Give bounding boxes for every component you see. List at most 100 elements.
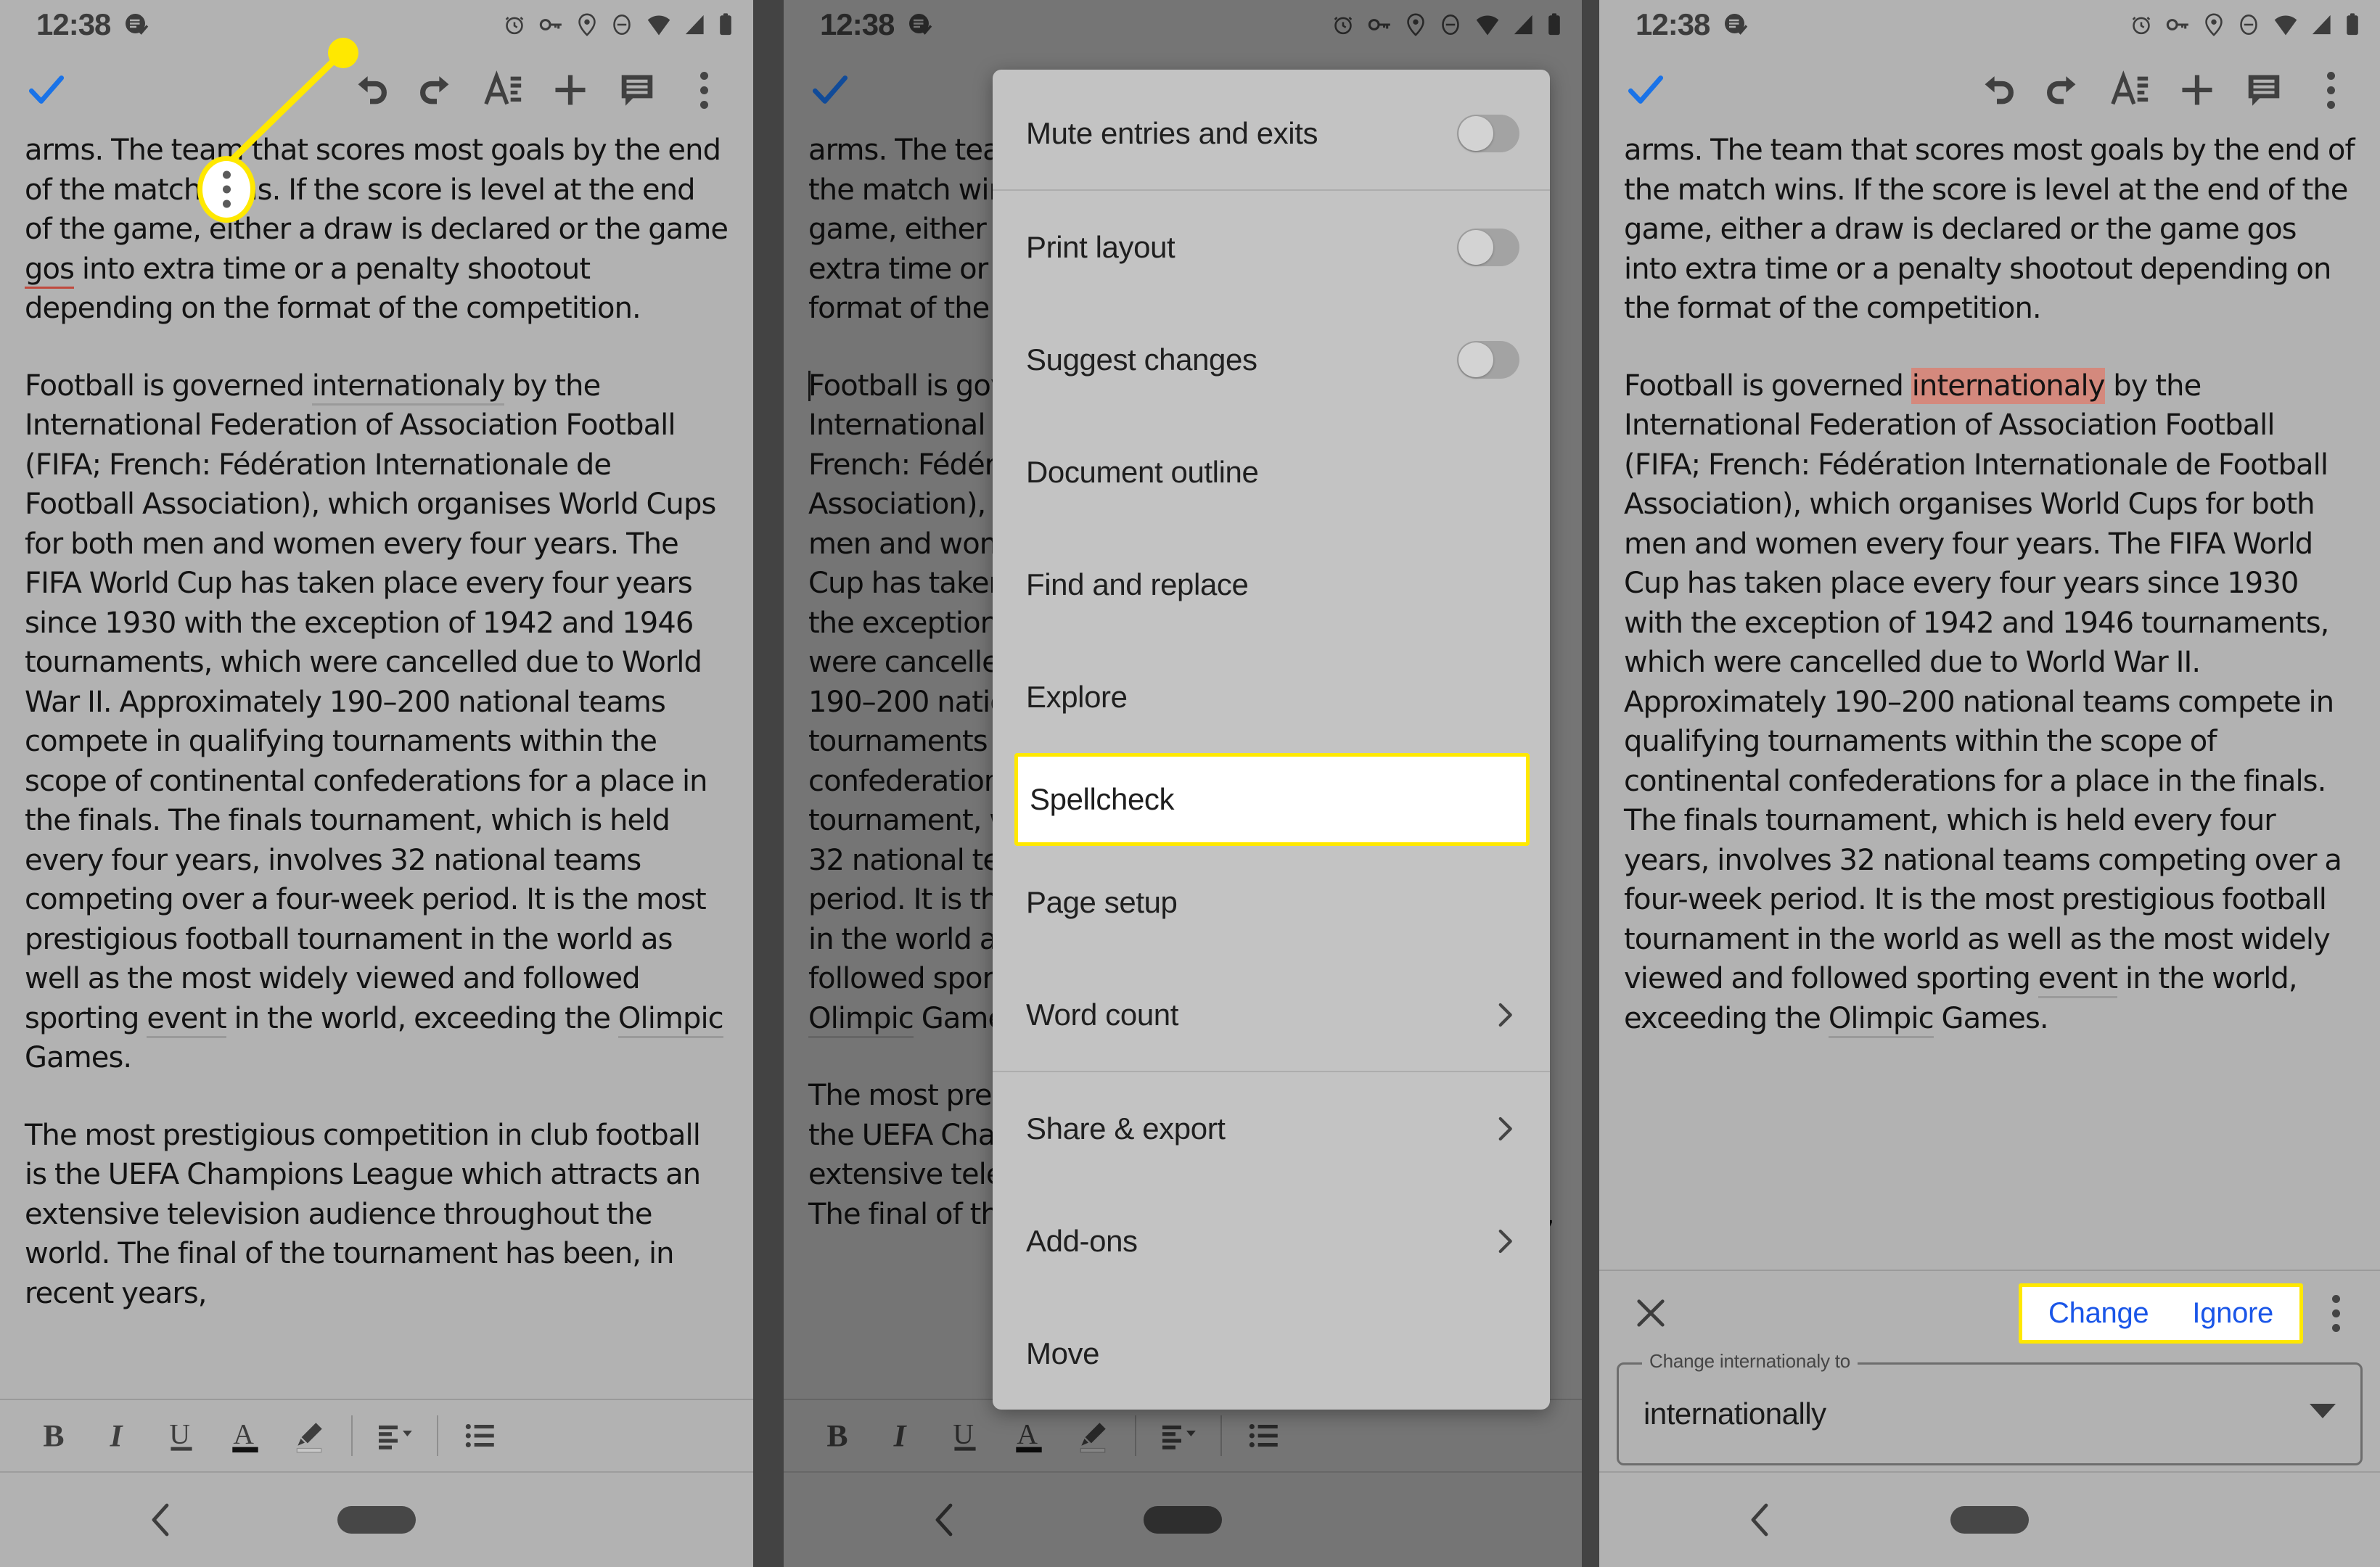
highlight-button[interactable] (277, 1404, 341, 1468)
document-content-3[interactable]: arms. The team that scores most goals by… (1599, 131, 2380, 1262)
selected-misspelled-word[interactable]: internationaly (1911, 367, 2106, 404)
suggestion-field-label: Change internationaly to (1642, 1350, 1858, 1373)
svg-text:I: I (110, 1419, 124, 1454)
format-text-button[interactable] (470, 57, 537, 123)
insert-button-3[interactable] (2164, 57, 2231, 123)
paragraph-3: The most prestigious competition in club… (25, 1118, 701, 1310)
back-button[interactable] (145, 1501, 177, 1539)
menu-item-explore[interactable]: Explore (993, 641, 1550, 753)
text-color-icon: A (232, 1418, 258, 1453)
panel-2-menu-open: 12:38 arms. The team the match game, eit… (784, 0, 1582, 1567)
signal-icon (685, 15, 704, 35)
key-icon (539, 19, 562, 30)
status-bar-system-icons-3 (2129, 12, 2360, 37)
menu-item-label: Find and replace (1026, 567, 1249, 601)
italic-button[interactable]: I (86, 1404, 149, 1468)
paragraph-2-text-mid-p3: by the International Federation of Assoc… (1624, 369, 2342, 996)
menu-item-label: Share & export (1026, 1111, 1226, 1146)
paragraph-2-text-mid2: in the world, exceeding the (226, 1001, 618, 1035)
format-text-button-3[interactable] (2097, 57, 2164, 123)
change-button[interactable]: Change (2048, 1297, 2149, 1330)
location-icon (578, 13, 596, 36)
paragraph-2-text-mid: by the International Federation of Assoc… (25, 369, 716, 1035)
toggle-switch-suggest-changes[interactable] (1457, 340, 1519, 379)
underline-button[interactable]: U (149, 1404, 213, 1468)
status-bar-clock-3: 12:38 (1636, 7, 1710, 41)
insert-button[interactable] (537, 57, 604, 123)
status-bar: 12:38 (0, 0, 753, 49)
menu-item-document-outline[interactable]: Document outline (993, 416, 1550, 528)
panel-3-spellcheck-active: 12:38 arms. The team that scores most go… (1599, 0, 2380, 1567)
menu-item-share-export[interactable]: Share & export (993, 1072, 1550, 1185)
align-button[interactable] (363, 1404, 427, 1468)
add-icon (555, 75, 586, 105)
home-pill-button[interactable] (337, 1506, 416, 1534)
menu-item-spellcheck[interactable]: Spellcheck (1014, 753, 1530, 846)
spellcheck-overflow-button[interactable] (2310, 1283, 2361, 1343)
redo-button-3[interactable] (2030, 57, 2097, 123)
do-not-disturb-icon (2240, 14, 2257, 36)
spellcheck-action-bar: Change Ignore (1599, 1270, 2380, 1355)
bold-button[interactable]: B (22, 1404, 86, 1468)
overflow-menu-button[interactable] (670, 57, 737, 123)
misspelled-word-gos[interactable]: gos (25, 252, 75, 289)
panel-divider-2 (1582, 0, 1599, 1567)
spellcheck-close-button[interactable] (1621, 1283, 1681, 1343)
redo-button[interactable] (403, 57, 470, 123)
paragraph-2-p3: Football is governed internationaly by t… (1624, 366, 2355, 1039)
text-color-button[interactable]: A (213, 1404, 277, 1468)
comment-button[interactable] (604, 57, 670, 123)
redo-icon (2047, 76, 2076, 104)
paragraph-1-p3: arms. The team that scores most goals by… (1624, 131, 2355, 329)
bulleted-list-icon (465, 1423, 494, 1448)
menu-item-word-count[interactable]: Word count (993, 958, 1550, 1071)
menu-item-find-and-replace[interactable]: Find and replace (993, 528, 1550, 641)
menu-item-mute-entries[interactable]: Mute entries and exits (993, 77, 1550, 189)
panel-divider-1 (753, 0, 784, 1567)
misspelled-word-olimpic-p3[interactable]: Olimpic (1828, 1001, 1934, 1038)
paragraph-1-text-post: into extra time or a penalty shootout de… (25, 252, 641, 326)
back-button-3[interactable] (1744, 1501, 1776, 1539)
bold-icon: B (43, 1419, 64, 1454)
alarm-icon (2132, 17, 2151, 35)
menu-item-label: Print layout (1026, 229, 1175, 264)
key-icon (2166, 19, 2188, 30)
toolbar-divider-2 (437, 1415, 438, 1456)
done-check-button[interactable] (13, 57, 80, 123)
overflow-menu-button-3[interactable] (2297, 57, 2364, 123)
format-toolbar: B I U A (0, 1399, 753, 1471)
redo-icon (420, 76, 449, 104)
document-content[interactable]: arms. The team that scores most goals by… (0, 131, 753, 1399)
home-pill-button-3[interactable] (1950, 1506, 2029, 1534)
comment-button-3[interactable] (2231, 57, 2297, 123)
undo-button-3[interactable] (1964, 57, 2030, 123)
toggle-switch-mute-entries[interactable] (1457, 114, 1519, 152)
misspelled-word-event[interactable]: event (147, 1001, 227, 1038)
undo-button[interactable] (337, 57, 403, 123)
paragraph-2-text-pre-p3: Football is governed (1624, 369, 1911, 403)
paragraph-2: Football is governed internationaly by t… (25, 366, 729, 1078)
chevron-down-icon[interactable] (2310, 1404, 2336, 1418)
paragraph-1: arms. The team that scores most goals by… (25, 131, 729, 329)
suggestion-field-value: internationally (1644, 1397, 1826, 1431)
menu-item-move[interactable]: Move (993, 1297, 1550, 1410)
svg-text:B: B (43, 1419, 64, 1454)
comment-icon (2248, 75, 2280, 106)
menu-item-add-ons[interactable]: Add-ons (993, 1185, 1550, 1297)
menu-item-suggest-changes[interactable]: Suggest changes (993, 303, 1550, 416)
ignore-button[interactable]: Ignore (2192, 1297, 2273, 1330)
done-check-button-3[interactable] (1612, 57, 1679, 123)
chevron-right-icon (1498, 1003, 1512, 1027)
menu-item-page-setup[interactable]: Page setup (993, 846, 1550, 958)
battery-icon (2347, 13, 2358, 36)
alarm-icon (505, 17, 524, 35)
menu-item-print-layout[interactable]: Print layout (993, 191, 1550, 303)
misspelled-word-event-p3[interactable]: event (2038, 962, 2118, 998)
misspelled-word-internationaly[interactable]: internationaly (311, 369, 505, 406)
toggle-switch-print-layout[interactable] (1457, 228, 1519, 266)
suggestion-dropdown[interactable]: Change internationaly to internationally (1617, 1350, 2363, 1465)
format-text-icon (484, 70, 522, 105)
misspelled-word-gos-p3[interactable]: gos (2247, 213, 2297, 246)
bulleted-list-button[interactable] (448, 1404, 512, 1468)
misspelled-word-olimpic[interactable]: Olimpic (617, 1001, 724, 1038)
